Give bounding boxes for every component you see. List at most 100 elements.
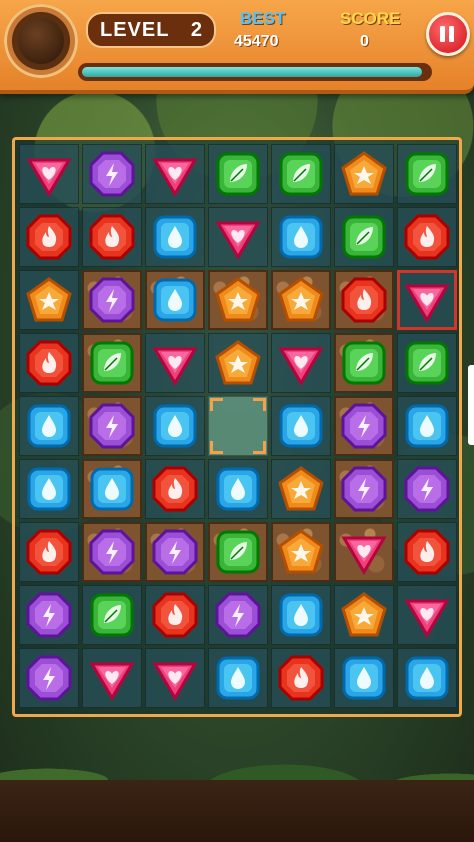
board-cell[interactable] xyxy=(145,648,205,708)
board-cell[interactable] xyxy=(82,270,142,330)
lightning-gem-icon[interactable] xyxy=(88,150,136,198)
water-drop-gem-icon[interactable] xyxy=(403,654,451,702)
board-cell[interactable] xyxy=(271,585,331,645)
water-drop-gem-icon[interactable] xyxy=(214,465,262,513)
water-drop-gem-icon[interactable] xyxy=(277,402,325,450)
lightning-gem-icon[interactable] xyxy=(151,528,199,576)
board-cell[interactable] xyxy=(271,522,331,582)
lightning-gem-icon[interactable] xyxy=(340,465,388,513)
flame-gem-icon[interactable] xyxy=(25,339,73,387)
board-cell[interactable] xyxy=(334,648,394,708)
flame-gem-icon[interactable] xyxy=(403,528,451,576)
board-cell[interactable] xyxy=(208,522,268,582)
board-cell[interactable] xyxy=(208,333,268,393)
empty-target-cell[interactable] xyxy=(208,396,268,456)
lightning-gem-icon[interactable] xyxy=(214,591,262,639)
lightning-gem-icon[interactable] xyxy=(25,654,73,702)
heart-gem-icon[interactable] xyxy=(151,339,199,387)
star-gem-icon[interactable] xyxy=(277,276,325,324)
board-cell[interactable] xyxy=(397,396,457,456)
leaf-gem-icon[interactable] xyxy=(277,150,325,198)
lightning-gem-icon[interactable] xyxy=(25,591,73,639)
board-cell[interactable] xyxy=(334,396,394,456)
flame-gem-icon[interactable] xyxy=(25,528,73,576)
board-cell[interactable] xyxy=(334,333,394,393)
lightning-gem-icon[interactable] xyxy=(340,402,388,450)
board-cell[interactable] xyxy=(82,333,142,393)
water-drop-gem-icon[interactable] xyxy=(88,465,136,513)
board-cell[interactable] xyxy=(334,585,394,645)
lightning-gem-icon[interactable] xyxy=(403,465,451,513)
board-cell[interactable] xyxy=(397,207,457,267)
leaf-gem-icon[interactable] xyxy=(88,591,136,639)
heart-gem-icon[interactable] xyxy=(403,276,451,324)
lightning-gem-icon[interactable] xyxy=(88,276,136,324)
board-cell[interactable] xyxy=(19,522,79,582)
star-gem-icon[interactable] xyxy=(214,276,262,324)
leaf-gem-icon[interactable] xyxy=(340,213,388,261)
board-cell[interactable] xyxy=(145,144,205,204)
flame-gem-icon[interactable] xyxy=(151,465,199,513)
board-cell[interactable] xyxy=(208,648,268,708)
star-gem-icon[interactable] xyxy=(277,528,325,576)
leaf-gem-icon[interactable] xyxy=(88,339,136,387)
heart-gem-icon[interactable] xyxy=(88,654,136,702)
star-gem-icon[interactable] xyxy=(25,276,73,324)
board-cell[interactable] xyxy=(82,207,142,267)
board-cell[interactable] xyxy=(82,396,142,456)
water-drop-gem-icon[interactable] xyxy=(25,465,73,513)
board-cell[interactable] xyxy=(19,144,79,204)
leaf-gem-icon[interactable] xyxy=(403,150,451,198)
board-cell[interactable] xyxy=(82,459,142,519)
side-tab[interactable] xyxy=(468,365,474,445)
board-cell[interactable] xyxy=(397,459,457,519)
board-cell[interactable] xyxy=(19,396,79,456)
star-gem-icon[interactable] xyxy=(214,339,262,387)
star-gem-icon[interactable] xyxy=(340,150,388,198)
board-cell[interactable] xyxy=(145,585,205,645)
board-cell[interactable] xyxy=(334,207,394,267)
flame-gem-icon[interactable] xyxy=(340,276,388,324)
board-cell[interactable] xyxy=(19,270,79,330)
board-cell[interactable] xyxy=(271,144,331,204)
board-cell[interactable] xyxy=(208,459,268,519)
heart-gem-icon[interactable] xyxy=(25,150,73,198)
board-cell[interactable] xyxy=(82,648,142,708)
board-cell[interactable] xyxy=(19,333,79,393)
heart-gem-icon[interactable] xyxy=(277,339,325,387)
heart-gem-icon[interactable] xyxy=(340,528,388,576)
water-drop-gem-icon[interactable] xyxy=(151,276,199,324)
flame-gem-icon[interactable] xyxy=(403,213,451,261)
board-cell[interactable] xyxy=(271,396,331,456)
board-cell[interactable] xyxy=(145,396,205,456)
star-gem-icon[interactable] xyxy=(340,591,388,639)
board-cell[interactable] xyxy=(397,270,457,330)
board-cell[interactable] xyxy=(334,144,394,204)
flame-gem-icon[interactable] xyxy=(277,654,325,702)
board-cell[interactable] xyxy=(397,144,457,204)
board-cell[interactable] xyxy=(397,333,457,393)
water-drop-gem-icon[interactable] xyxy=(151,213,199,261)
heart-gem-icon[interactable] xyxy=(151,654,199,702)
leaf-gem-icon[interactable] xyxy=(214,528,262,576)
flame-gem-icon[interactable] xyxy=(88,213,136,261)
board-cell[interactable] xyxy=(19,585,79,645)
board-cell[interactable] xyxy=(271,333,331,393)
board-cell[interactable] xyxy=(19,207,79,267)
board-cell[interactable] xyxy=(145,522,205,582)
board-cell[interactable] xyxy=(397,522,457,582)
board-cell[interactable] xyxy=(145,207,205,267)
pause-button[interactable] xyxy=(426,12,470,56)
board-cell[interactable] xyxy=(82,144,142,204)
water-drop-gem-icon[interactable] xyxy=(151,402,199,450)
heart-gem-icon[interactable] xyxy=(403,591,451,639)
board-cell[interactable] xyxy=(19,459,79,519)
board-cell[interactable] xyxy=(145,333,205,393)
star-gem-icon[interactable] xyxy=(277,465,325,513)
board-cell[interactable] xyxy=(145,270,205,330)
board-cell[interactable] xyxy=(145,459,205,519)
flame-gem-icon[interactable] xyxy=(25,213,73,261)
board-cell[interactable] xyxy=(82,522,142,582)
leaf-gem-icon[interactable] xyxy=(403,339,451,387)
lightning-gem-icon[interactable] xyxy=(88,402,136,450)
